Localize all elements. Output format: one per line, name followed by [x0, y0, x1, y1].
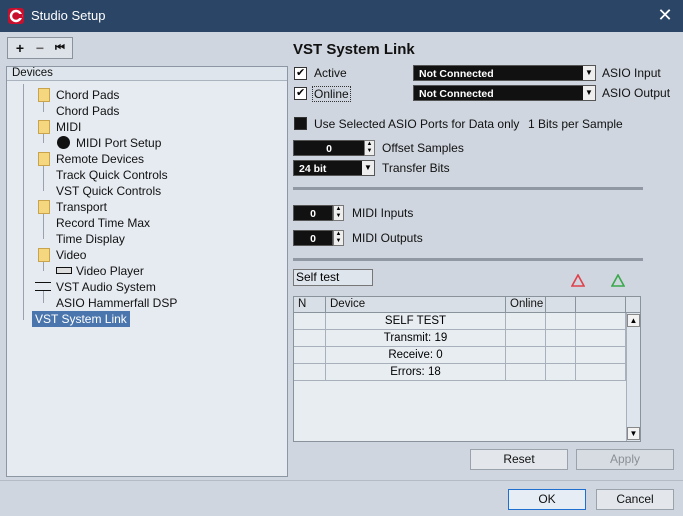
table-header: N Device Online [294, 297, 640, 313]
tree-header: Devices [7, 67, 287, 81]
table-row[interactable]: SELF TEST [294, 313, 626, 330]
tree-item-video[interactable]: Video [56, 247, 86, 263]
device-toolbar: + − ⏮ [7, 37, 73, 59]
scroll-up-icon[interactable]: ▲ [627, 314, 640, 327]
close-icon[interactable]: ✕ [655, 5, 675, 25]
remove-device-button[interactable]: − [30, 38, 50, 58]
column-device: Device [326, 297, 506, 312]
chevron-down-icon: ▼ [583, 86, 595, 100]
offset-samples-stepper[interactable]: ▲ ▼ [364, 140, 375, 156]
table-row[interactable]: Receive: 0 [294, 347, 626, 364]
midi-port-icon [57, 136, 70, 149]
offset-samples-label: Offset Samples [382, 141, 464, 155]
add-device-button[interactable]: + [10, 38, 30, 58]
active-checkbox[interactable] [294, 66, 307, 80]
tree-item-record-time-max[interactable]: Record Time Max [56, 215, 150, 231]
tree-item-midi-port-setup[interactable]: MIDI Port Setup [76, 135, 161, 151]
ok-button[interactable]: OK [508, 489, 586, 510]
tree-item-video-player[interactable]: Video Player [76, 263, 144, 279]
folder-icon [38, 88, 50, 102]
reset-button[interactable]: Reset [470, 449, 568, 470]
self-test-button[interactable]: Self test [293, 269, 373, 286]
asio-output-select[interactable]: Not Connected ▼ [413, 85, 596, 101]
folder-icon [38, 152, 50, 166]
column-extra-1 [546, 297, 576, 312]
asio-input-select[interactable]: Not Connected ▼ [413, 65, 596, 81]
tree-item-midi[interactable]: MIDI [56, 119, 81, 135]
active-label: Active [314, 66, 347, 80]
tree-item-chord-pads-sub[interactable]: Chord Pads [56, 103, 119, 119]
use-selected-ports-label: Use Selected ASIO Ports for Data only [314, 117, 520, 131]
transfer-bits-select[interactable]: 24 bit ▼ [293, 160, 375, 176]
midi-outputs-label: MIDI Outputs [352, 231, 423, 245]
tree-item-vst-quick-controls[interactable]: VST Quick Controls [56, 183, 161, 199]
folder-icon [38, 120, 50, 134]
online-checkbox[interactable] [294, 86, 307, 100]
midi-inputs-stepper[interactable]: ▲ ▼ [333, 205, 344, 221]
use-selected-ports-checkbox[interactable] [294, 117, 307, 130]
online-label: Online [312, 86, 351, 102]
asio-output-label: ASIO Output [602, 86, 671, 100]
column-online: Online [506, 297, 546, 312]
tree-item-time-display[interactable]: Time Display [56, 231, 125, 247]
tree-item-asio-hammerfall-dsp[interactable]: ASIO Hammerfall DSP [56, 295, 177, 311]
folder-icon [38, 248, 50, 262]
scroll-down-icon[interactable]: ▼ [627, 427, 640, 440]
audio-system-icon [35, 282, 51, 291]
chevron-down-icon: ▼ [362, 161, 374, 175]
asio-output-value: Not Connected [419, 88, 494, 100]
transfer-bits-value: 24 bit [299, 163, 327, 175]
tree-item-remote-devices[interactable]: Remote Devices [56, 151, 144, 167]
red-triangle-icon [571, 274, 585, 287]
device-tree: Devices Chord Pads Chord Pads MIDI MIDI … [6, 66, 288, 477]
midi-outputs-field[interactable]: 0 [293, 230, 333, 246]
video-player-icon [56, 267, 72, 274]
tree-item-chord-pads[interactable]: Chord Pads [56, 87, 119, 103]
tree-item-vst-system-link[interactable]: VST System Link [32, 311, 130, 327]
column-extra-2 [576, 297, 626, 312]
tree-item-track-quick-controls[interactable]: Track Quick Controls [56, 167, 168, 183]
cancel-button[interactable]: Cancel [596, 489, 674, 510]
separator [293, 187, 643, 190]
tree-item-vst-audio-system[interactable]: VST Audio System [56, 279, 156, 295]
midi-inputs-label: MIDI Inputs [352, 206, 414, 220]
panel-title: VST System Link [293, 41, 415, 58]
table-row[interactable]: Transmit: 19 [294, 330, 626, 347]
asio-input-value: Not Connected [419, 68, 494, 80]
table-scrollbar[interactable]: ▲ ▼ [626, 313, 640, 441]
chevron-down-icon: ▼ [583, 66, 595, 80]
column-n: N [294, 297, 326, 312]
midi-inputs-field[interactable]: 0 [293, 205, 333, 221]
self-test-table: N Device Online SELF TEST Transmit: 19 R… [293, 296, 641, 442]
offset-samples-field[interactable]: 0 [293, 140, 365, 156]
window-title: Studio Setup [31, 8, 106, 23]
green-triangle-icon [611, 274, 625, 287]
cubase-logo-icon [8, 8, 24, 24]
asio-input-label: ASIO Input [602, 66, 661, 80]
title-bar: Studio Setup ✕ [0, 0, 683, 32]
table-row[interactable]: Errors: 18 [294, 364, 626, 381]
folder-icon [38, 200, 50, 214]
midi-outputs-stepper[interactable]: ▲ ▼ [333, 230, 344, 246]
reset-device-button[interactable]: ⏮ [50, 38, 70, 58]
separator [293, 258, 643, 261]
bits-per-sample-text: 1 Bits per Sample [528, 117, 623, 131]
transfer-bits-label: Transfer Bits [382, 161, 450, 175]
apply-button[interactable]: Apply [576, 449, 674, 470]
tree-item-transport[interactable]: Transport [56, 199, 107, 215]
